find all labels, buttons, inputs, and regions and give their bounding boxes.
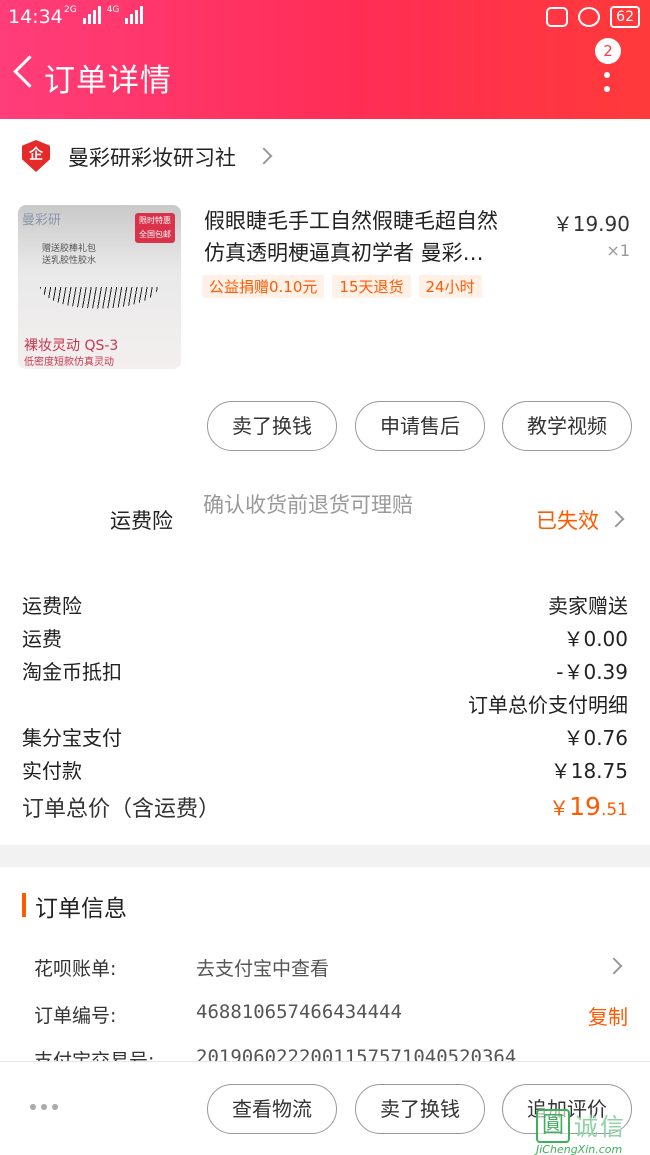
more-menu-button[interactable]: 2 — [590, 38, 624, 96]
fee-row-paid: 实付款 ￥18.75 — [22, 759, 628, 783]
fee-row-insurance: 运费险 卖家赠送 — [22, 594, 628, 618]
tag-charity: 公益捐赠0.10元 — [202, 275, 325, 298]
more-actions-icon[interactable] — [30, 1104, 58, 1110]
product-tags: 公益捐赠0.10元 15天退货 24小时 — [202, 275, 482, 298]
fee-row-shipping: 运费 ￥0.00 — [22, 627, 628, 651]
section-accent-bar — [22, 893, 26, 917]
back-icon[interactable] — [6, 52, 40, 96]
total-value: ￥19.51 — [549, 792, 628, 821]
tutorial-video-button[interactable]: 教学视频 — [502, 401, 632, 451]
alarm-icon — [578, 7, 601, 27]
fee-row-jifenbao: 集分宝支付 ￥0.76 — [22, 726, 628, 750]
insurance-label: 运费险 — [110, 509, 173, 533]
product-image-desc: 低密度短款仿真灵动 — [24, 357, 114, 368]
more-dot-icon — [604, 86, 610, 92]
tag-return: 15天退货 — [332, 275, 411, 298]
shop-row[interactable]: 企 曼彩研彩妆研习社 — [0, 130, 650, 182]
product-image-subtitle: 赠送胶棒礼包 送乳胶性胶水 — [42, 244, 97, 266]
signal-icon — [125, 6, 144, 24]
app-header: 14:34 2G 4G 62 订单详情 2 — [0, 0, 650, 119]
signal-icon — [82, 6, 101, 24]
sell-button-bottom[interactable]: 卖了换钱 — [355, 1084, 485, 1134]
insurance-desc: 确认收货前退货可理赔 — [203, 493, 413, 517]
section-divider — [0, 845, 650, 867]
watermark-logo: 圓 诚信 JiChengXin.com — [530, 1103, 650, 1155]
after-sale-button[interactable]: 申请售后 — [355, 401, 485, 451]
product-image-tag: 限时特惠 全国包邮 — [135, 213, 175, 243]
order-number-row: 订单编号: 468810657466434444 复制 — [34, 1001, 628, 1030]
status-right: 62 — [546, 6, 640, 28]
chevron-right-icon — [607, 510, 625, 528]
product-price: ￥19.90 — [552, 212, 630, 236]
product-title[interactable]: 假眼睫毛手工自然假睫毛超自然 仿真透明梗逼真初学者 曼彩… — [204, 205, 534, 269]
status-time: 14:34 — [8, 6, 63, 28]
sell-button[interactable]: 卖了换钱 — [207, 401, 337, 451]
product-quantity: ×1 — [606, 241, 630, 260]
notification-badge: 2 — [595, 38, 621, 64]
order-info-title: 订单信息 — [35, 896, 127, 922]
more-dot-icon — [604, 72, 610, 78]
product-image-brand: 曼彩研 — [22, 213, 62, 228]
chevron-right-icon — [255, 147, 273, 165]
tag-24h: 24小时 — [418, 275, 482, 298]
payment-detail-link[interactable]: 订单总价支付明细 — [22, 689, 628, 721]
signal-group: 2G 4G — [64, 5, 144, 24]
view-logistics-button[interactable]: 查看物流 — [207, 1084, 337, 1134]
status-bar: 14:34 2G 4G 62 — [0, 0, 650, 36]
total-label: 订单总价（含运费） — [22, 797, 221, 822]
network-4g-label: 4G — [106, 5, 120, 15]
page-title: 订单详情 — [44, 63, 172, 99]
product-image[interactable]: 曼彩研 限时特惠 全国包邮 赠送胶棒礼包 送乳胶性胶水 裸妆灵动 QS-3 低密… — [18, 205, 181, 369]
fee-row-coin: 淘金币抵扣 -￥0.39 — [22, 660, 628, 684]
copy-button[interactable]: 复制 — [588, 1001, 628, 1030]
vibrate-icon — [546, 7, 569, 27]
insurance-status[interactable]: 已失效 — [536, 505, 599, 535]
eyelash-illustration — [40, 287, 158, 309]
huabei-row[interactable]: 花呗账单: 去支付宝中查看 — [34, 954, 628, 988]
battery-icon: 62 — [610, 6, 640, 28]
network-2g-label: 2G — [64, 5, 77, 15]
product-image-model: 裸妆灵动 QS-3 — [24, 338, 119, 354]
shop-logo-icon: 企 — [22, 140, 50, 172]
shop-name: 曼彩研彩妆研习社 — [68, 146, 236, 170]
